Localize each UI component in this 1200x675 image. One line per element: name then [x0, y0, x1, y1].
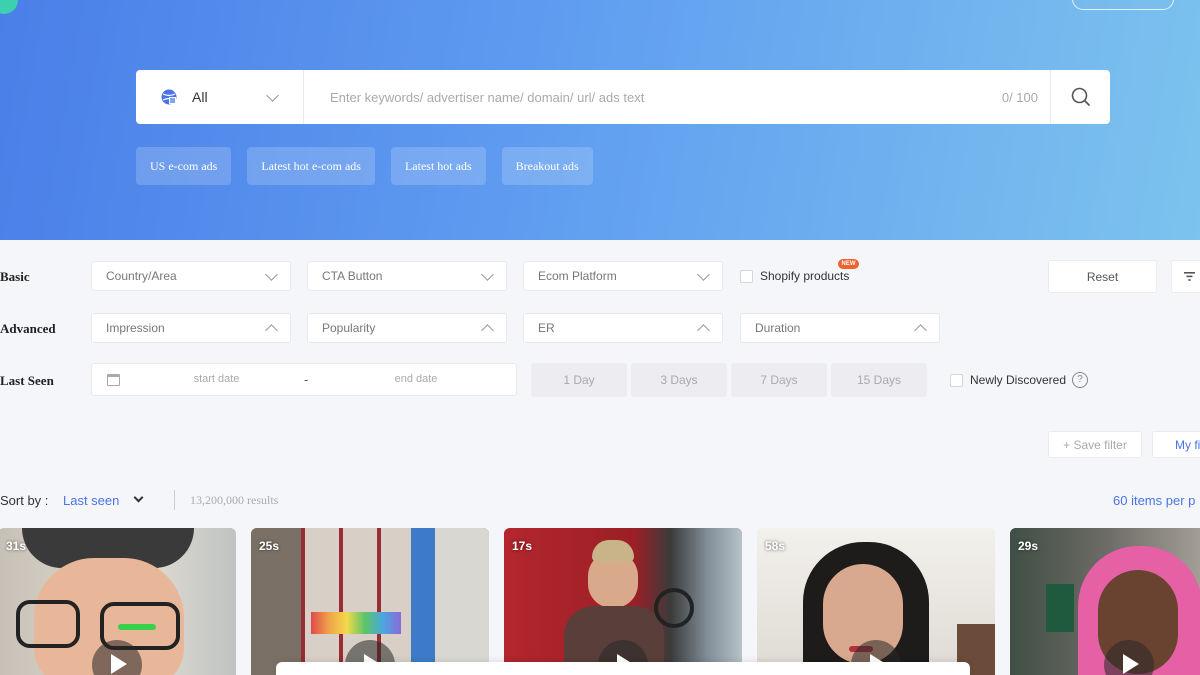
day-filter-3[interactable]: 3 Days	[631, 363, 727, 397]
popularity-dropdown[interactable]: Popularity	[307, 313, 507, 343]
results-count: 13,200,000 results	[190, 493, 279, 507]
ecom-platform-label: Ecom Platform	[538, 269, 617, 283]
search-bar: All 0/ 100	[136, 70, 1110, 124]
video-duration: 17s	[512, 539, 533, 553]
header-button[interactable]	[1072, 0, 1174, 10]
shopify-label: Shopify products	[760, 269, 850, 283]
ecom-platform-dropdown[interactable]: Ecom Platform	[523, 261, 723, 291]
new-badge: NEW	[838, 259, 859, 269]
ad-thumbnail-wall	[411, 528, 435, 675]
sort-label: Sort by :	[0, 493, 49, 508]
ad-thumbnail-detail	[118, 624, 156, 630]
er-label: ER	[538, 321, 555, 335]
logo[interactable]	[0, 0, 18, 14]
ad-thumbnail-glasses	[16, 600, 80, 648]
chevron-down-icon	[266, 88, 279, 102]
end-date-input[interactable]: end date	[379, 373, 453, 385]
search-icon	[1071, 87, 1090, 107]
video-duration: 29s	[1018, 539, 1039, 553]
save-filter-button[interactable]: + Save filter	[1048, 431, 1142, 458]
impression-dropdown[interactable]: Impression	[91, 313, 291, 343]
newly-discovered-checkbox[interactable]	[950, 374, 963, 387]
advanced-row-label: Advanced	[0, 321, 56, 336]
ad-thumbnail-plant	[1046, 584, 1074, 632]
bottom-overlay-panel	[276, 662, 970, 675]
cta-dropdown-label: CTA Button	[322, 269, 383, 283]
popularity-label: Popularity	[322, 321, 376, 335]
chevron-down-icon[interactable]	[133, 492, 144, 503]
calendar-icon	[107, 374, 120, 386]
logo-icon	[0, 0, 18, 14]
items-per-page-select[interactable]: 60 items per p	[1113, 493, 1195, 508]
filter-icon	[1184, 272, 1195, 281]
video-duration: 58s	[765, 539, 786, 553]
quick-tag-us-ecom[interactable]: US e-com ads	[136, 147, 232, 185]
date-separator: -	[304, 372, 309, 387]
ad-card[interactable]: 25s	[251, 528, 489, 675]
ad-thumbnail-hair	[592, 540, 634, 562]
video-duration: 31s	[6, 539, 27, 553]
ad-thumbnail-wall	[435, 528, 489, 675]
country-dropdown-label: Country/Area	[106, 269, 177, 283]
chevron-down-icon	[481, 267, 494, 281]
help-icon[interactable]: ?	[1072, 372, 1088, 388]
day-filter-15[interactable]: 15 Days	[831, 363, 927, 397]
divider	[174, 490, 175, 510]
sort-select[interactable]: Last seen	[63, 493, 119, 508]
search-scope-label: All	[192, 89, 208, 105]
chevron-up-icon	[697, 323, 710, 337]
start-date-input[interactable]: start date	[174, 373, 259, 385]
filter-toggle-button[interactable]	[1171, 260, 1200, 293]
ad-card[interactable]: 29s	[1010, 528, 1200, 675]
search-scope-select[interactable]: All	[136, 70, 304, 124]
chevron-down-icon	[697, 267, 710, 281]
search-button[interactable]	[1050, 70, 1110, 124]
impression-label: Impression	[106, 321, 165, 335]
er-dropdown[interactable]: ER	[523, 313, 723, 343]
globe-icon	[161, 89, 177, 105]
quick-tags: US e-com ads Latest hot e-com ads Latest…	[136, 147, 593, 185]
ad-thumbnail-detail	[654, 588, 694, 628]
duration-label: Duration	[755, 321, 801, 335]
char-counter: 0/ 100	[1001, 89, 1038, 105]
quick-tag-breakout[interactable]: Breakout ads	[501, 147, 593, 185]
duration-dropdown[interactable]: Duration	[740, 313, 940, 343]
day-filter-7[interactable]: 7 Days	[731, 363, 827, 397]
my-filters-button[interactable]: My fil	[1152, 431, 1200, 458]
last-seen-row-label: Last Seen	[0, 373, 54, 388]
ad-card[interactable]: 31s	[0, 528, 236, 675]
ad-card[interactable]: 58s	[757, 528, 995, 675]
search-input[interactable]	[304, 70, 986, 124]
date-range-picker[interactable]: start date - end date	[91, 363, 517, 396]
reset-button[interactable]: Reset	[1048, 260, 1157, 293]
cta-dropdown[interactable]: CTA Button	[307, 261, 507, 291]
chevron-up-icon	[914, 323, 927, 337]
shopify-checkbox[interactable]	[740, 270, 753, 283]
ad-thumbnail-detail	[311, 612, 401, 634]
chevron-up-icon	[481, 323, 494, 337]
basic-row-label: Basic	[0, 269, 30, 284]
quick-tag-latest-hot[interactable]: Latest hot ads	[390, 147, 486, 185]
day-filter-1[interactable]: 1 Day	[531, 363, 627, 397]
video-duration: 25s	[259, 539, 280, 553]
chevron-up-icon	[265, 323, 278, 337]
hero-banner: All 0/ 100 US e-com ads Latest hot e-com…	[0, 0, 1200, 240]
chevron-down-icon	[265, 267, 278, 281]
quick-tag-latest-hot-ecom[interactable]: Latest hot e-com ads	[247, 147, 375, 185]
ad-card[interactable]: 17s	[504, 528, 742, 675]
country-dropdown[interactable]: Country/Area	[91, 261, 291, 291]
newly-discovered-label: Newly Discovered	[970, 373, 1067, 387]
